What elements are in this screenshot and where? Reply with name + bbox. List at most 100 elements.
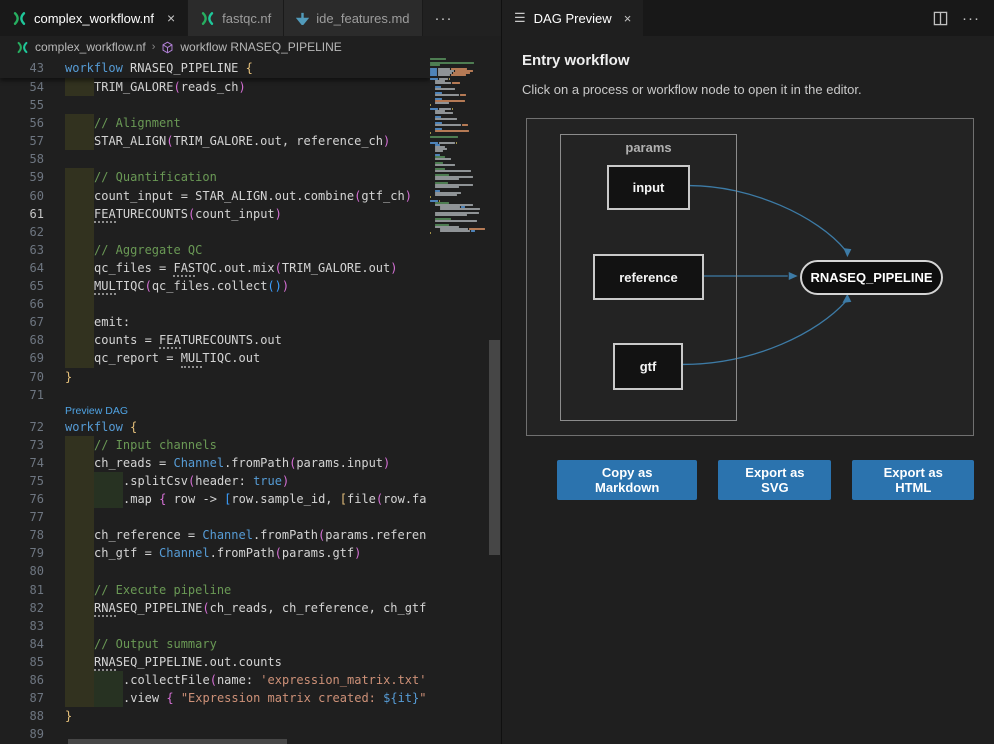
code-line: 78ch_reference = Channel.fromPath(params… [0, 526, 430, 544]
code-line: 69qc_report = MULTIQC.out [0, 349, 430, 367]
line-number: 64 [0, 259, 44, 277]
tab-complex-workflow[interactable]: complex_workflow.nf × [0, 0, 188, 36]
code-line: 83 [0, 617, 430, 635]
code-line: 62 [0, 223, 430, 241]
close-icon[interactable]: × [167, 11, 175, 25]
editor-tab-bar: complex_workflow.nf × fastqc.nf ide_feat… [0, 0, 501, 36]
horizontal-scrollbar-thumb[interactable] [68, 739, 287, 744]
indent-highlight [65, 490, 94, 508]
code-line: 76.map { row -> [row.sample_id, [file(ro… [0, 490, 430, 508]
code-line: 59// Quantification [0, 168, 430, 186]
line-number: 60 [0, 187, 44, 205]
line-number: 83 [0, 617, 44, 635]
tab-ide-features[interactable]: ide_features.md [284, 0, 422, 36]
line-number: 69 [0, 349, 44, 367]
indent-highlight [65, 671, 94, 689]
breadcrumb-symbol[interactable]: workflow RNASEQ_PIPELINE [180, 40, 341, 54]
indent-highlight [65, 223, 94, 241]
line-number: 77 [0, 508, 44, 526]
panel-body: Entry workflow Click on a process or wor… [502, 36, 994, 500]
line-number: 67 [0, 313, 44, 331]
indent-highlight [65, 295, 94, 313]
line-number: 81 [0, 581, 44, 599]
export-as-svg-button[interactable]: Export as SVG [718, 460, 831, 500]
indent-highlight [65, 114, 94, 132]
line-number: 54 [0, 78, 44, 96]
code-line: 84// Output summary [0, 635, 430, 653]
line-number: 89 [0, 725, 44, 743]
line-number: 59 [0, 168, 44, 186]
dag-preview-pane: ☰ DAG Preview × ··· Entry workflow Click… [501, 0, 994, 744]
line-number: 61 [0, 205, 44, 223]
code-line: 67emit: [0, 313, 430, 331]
line-number: 55 [0, 96, 44, 114]
app-window: complex_workflow.nf × fastqc.nf ide_feat… [0, 0, 994, 744]
node-reference[interactable]: reference [593, 254, 704, 300]
code-line: 71 [0, 386, 430, 404]
codelens-preview-dag[interactable]: Preview DAG [0, 404, 430, 418]
indent-highlight [65, 653, 94, 671]
export-as-html-button[interactable]: Export as HTML [852, 460, 974, 500]
indent-highlight [65, 277, 94, 295]
tab-label: ide_features.md [316, 11, 409, 26]
node-input[interactable]: input [607, 165, 690, 210]
minimap[interactable] [430, 58, 487, 744]
line-number: 57 [0, 132, 44, 150]
line-number: 76 [0, 490, 44, 508]
breadcrumb-file[interactable]: complex_workflow.nf [35, 40, 146, 54]
indent-highlight [65, 454, 94, 472]
code-line: 64qc_files = FASTQC.out.mix(TRIM_GALORE.… [0, 259, 430, 277]
line-number: 86 [0, 671, 44, 689]
indent-highlight [65, 205, 94, 223]
code-line: 86.collectFile(name: 'expression_matrix.… [0, 671, 430, 689]
vertical-scrollbar-thumb[interactable] [489, 340, 500, 555]
node-gtf[interactable]: gtf [613, 343, 683, 390]
split-editor-icon[interactable] [933, 11, 948, 26]
vertical-scrollbar[interactable] [488, 58, 501, 744]
copy-as-markdown-button[interactable]: Copy as Markdown [557, 460, 697, 500]
indent-highlight [65, 526, 94, 544]
code-line: 63// Aggregate QC [0, 241, 430, 259]
editor-pane: complex_workflow.nf × fastqc.nf ide_feat… [0, 0, 501, 744]
breadcrumb[interactable]: complex_workflow.nf › workflow RNASEQ_PI… [0, 36, 501, 58]
panel-heading: Entry workflow [522, 52, 974, 69]
code-line: 73// Input channels [0, 436, 430, 454]
line-number: 79 [0, 544, 44, 562]
line-number: 71 [0, 386, 44, 404]
indent-highlight [65, 349, 94, 367]
indent-highlight [65, 581, 94, 599]
export-button-row: Copy as Markdown Export as SVG Export as… [557, 460, 974, 500]
code-line: 75.splitCsv(header: true) [0, 472, 430, 490]
indent-highlight [94, 472, 123, 490]
line-number: 88 [0, 707, 44, 725]
line-number: 56 [0, 114, 44, 132]
code-line: 56// Alignment [0, 114, 430, 132]
line-number: 66 [0, 295, 44, 313]
code-line: 79ch_gtf = Channel.fromPath(params.gtf) [0, 544, 430, 562]
nextflow-icon [16, 41, 29, 54]
tab-overflow-button[interactable]: ··· [423, 0, 465, 36]
indent-highlight [94, 689, 123, 707]
code-line: 58 [0, 150, 430, 168]
node-rnaseq-pipeline[interactable]: RNASEQ_PIPELINE [800, 260, 943, 295]
indent-highlight [65, 689, 94, 707]
cluster-label: params [561, 140, 736, 155]
indent-highlight [65, 78, 94, 96]
sticky-scroll-line[interactable]: 43workflow RNASEQ_PIPELINE { [0, 58, 430, 78]
panel-actions: ··· [933, 0, 994, 36]
line-number: 62 [0, 223, 44, 241]
indent-highlight [65, 617, 94, 635]
tab-fastqc[interactable]: fastqc.nf [188, 0, 284, 36]
line-number: 78 [0, 526, 44, 544]
tab-dag-preview[interactable]: ☰ DAG Preview × [502, 0, 643, 36]
code-editor[interactable]: 43workflow RNASEQ_PIPELINE { 54TRIM_GALO… [0, 58, 501, 744]
code-line: 74ch_reads = Channel.fromPath(params.inp… [0, 454, 430, 472]
code-line: 43workflow RNASEQ_PIPELINE { [0, 59, 253, 77]
preview-list-icon: ☰ [514, 10, 526, 26]
dag-diagram: params input reference gtf RNASEQ_PIPELI… [526, 118, 974, 436]
symbol-cube-icon [161, 41, 174, 54]
line-number: 72 [0, 418, 44, 436]
close-icon[interactable]: × [624, 11, 632, 26]
indent-highlight [65, 132, 94, 150]
more-actions-icon[interactable]: ··· [962, 10, 980, 27]
